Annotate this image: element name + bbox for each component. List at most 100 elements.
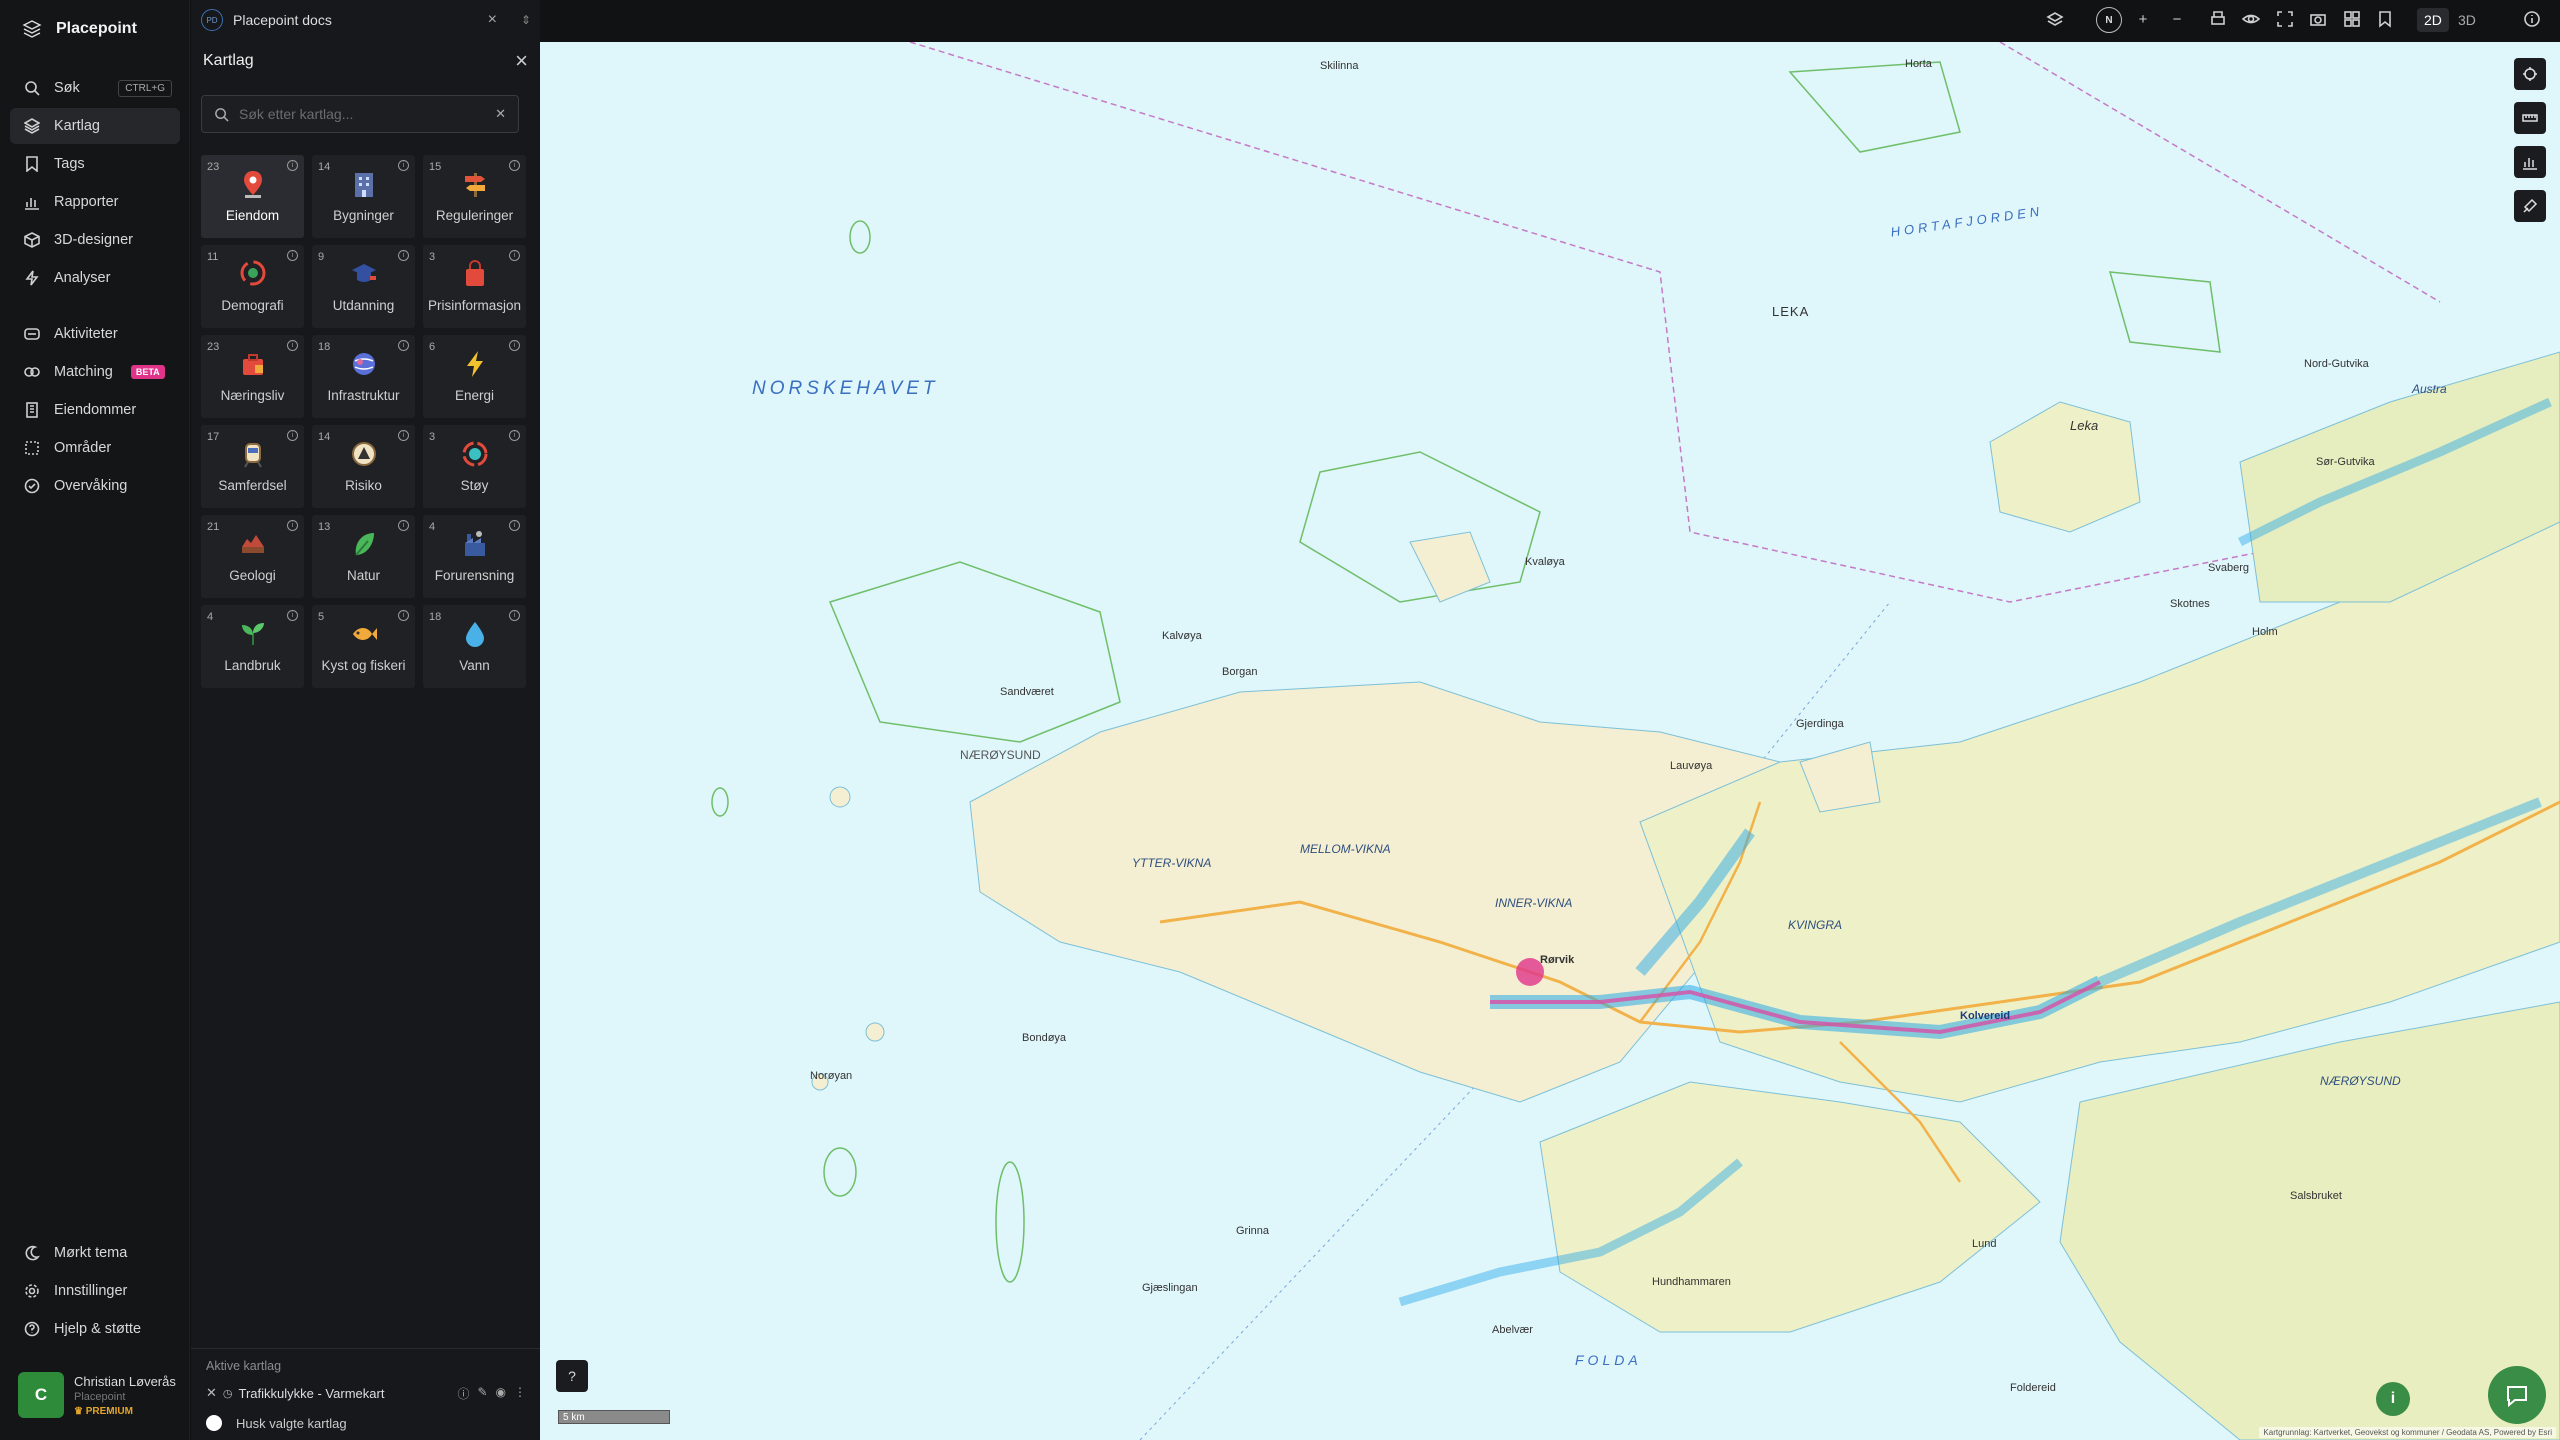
nav-item-properties[interactable]: Eiendommer (10, 392, 180, 428)
layers-stack-icon[interactable] (2045, 10, 2065, 30)
layer-count: 23 (207, 341, 220, 353)
mode-3d-button[interactable]: 3D (2451, 8, 2483, 32)
nav-item-tags[interactable]: Tags (10, 146, 180, 182)
bookmark-icon[interactable] (2375, 10, 2395, 30)
zoom-in-icon[interactable]: + (2133, 10, 2153, 30)
main-navigation: Placepoint Søk CTRL+G Kartlag Tags Rappo… (0, 0, 190, 1440)
visibility-icon[interactable]: ◉ (496, 1385, 506, 1402)
map-base-layer (711, 42, 2560, 1440)
place-label: Rørvik (1540, 954, 1575, 966)
layer-category-næringsliv[interactable]: 23 i Næringsliv (201, 335, 304, 418)
print-icon[interactable] (2208, 10, 2228, 30)
layer-category-kyst-og-fiskeri[interactable]: 5 i Kyst og fiskeri (312, 605, 415, 688)
place-label: Kvaløya (1525, 556, 1565, 568)
user-profile[interactable]: C Christian Løverås Placepoint ♛ PREMIUM (18, 1372, 176, 1418)
clear-search-icon[interactable]: ✕ (495, 106, 506, 122)
info-fab[interactable]: i (2376, 1382, 2410, 1416)
layer-category-eiendom[interactable]: 23 i Eiendom (201, 155, 304, 238)
layer-category-demografi[interactable]: 11 i Demografi (201, 245, 304, 328)
active-layer-row[interactable]: ✕ ◷ Trafikkulykke - Varmekart ⓘ ✎ ◉ ⋮ (206, 1379, 526, 1407)
layer-search-input[interactable] (239, 106, 486, 122)
info-icon[interactable]: i (509, 160, 520, 171)
info-icon[interactable]: i (398, 520, 409, 531)
layer-category-vann[interactable]: 18 i Vann (423, 605, 526, 688)
map-tool-select[interactable] (2514, 58, 2546, 90)
layer-category-natur[interactable]: 13 i Natur (312, 515, 415, 598)
info-icon[interactable]: i (509, 340, 520, 351)
layer-category-reguleringer[interactable]: 15 i Reguleringer (423, 155, 526, 238)
grid-icon[interactable] (2342, 10, 2362, 30)
nav-item-settings[interactable]: Innstillinger (10, 1273, 180, 1309)
nav-item-reports[interactable]: Rapporter (10, 184, 180, 220)
layer-category-infrastruktur[interactable]: 18 i Infrastruktur (312, 335, 415, 418)
brand[interactable]: Placepoint (22, 20, 137, 38)
info-icon[interactable]: i (509, 610, 520, 621)
map-tool-measure[interactable] (2514, 102, 2546, 134)
toggle-switch[interactable] (206, 1415, 222, 1431)
zoom-out-icon[interactable]: − (2167, 10, 2187, 30)
north-arrow-button[interactable]: N (2096, 7, 2122, 33)
category-label: Prisinformasjon (427, 298, 522, 313)
info-icon[interactable]: i (398, 160, 409, 171)
nav-item-dark-theme[interactable]: Mørkt tema (10, 1235, 180, 1271)
chat-button[interactable] (2488, 1366, 2546, 1424)
info-icon[interactable]: i (509, 430, 520, 441)
layer-category-landbruk[interactable]: 4 i Landbruk (201, 605, 304, 688)
layer-category-samferdsel[interactable]: 17 i Samferdsel (201, 425, 304, 508)
nav-item-label: Innstillinger (54, 1283, 128, 1299)
edit-layer-icon[interactable]: ✎ (477, 1385, 487, 1402)
place-label: Kalvøya (1162, 630, 1202, 642)
camera-icon[interactable] (2308, 10, 2328, 30)
category-label: Natur (346, 568, 380, 583)
fullscreen-icon[interactable] (2275, 10, 2295, 30)
category-label: Samferdsel (218, 478, 287, 493)
lightning-icon (467, 351, 483, 377)
eye-icon[interactable] (2241, 10, 2261, 30)
info-icon[interactable]: i (398, 610, 409, 621)
info-icon[interactable]: i (509, 520, 520, 531)
nav-item-analyses[interactable]: Analyser (10, 260, 180, 296)
info-icon[interactable]: i (287, 430, 298, 441)
more-options-icon[interactable]: ⋮ (514, 1385, 526, 1402)
layer-category-bygninger[interactable]: 14 i Bygninger (312, 155, 415, 238)
remember-layers-toggle[interactable]: Husk valgte kartlag (206, 1415, 347, 1431)
nav-item-monitoring[interactable]: Overvåking (10, 468, 180, 504)
layer-category-prisinformasjon[interactable]: 3 i Prisinformasjon (423, 245, 526, 328)
info-icon[interactable]: i (398, 250, 409, 261)
chevron-updown-icon[interactable]: ⇕ (521, 13, 531, 27)
info-icon[interactable]: i (509, 250, 520, 261)
layer-category-utdanning[interactable]: 9 i Utdanning (312, 245, 415, 328)
map-tool-draw[interactable] (2514, 190, 2546, 222)
info-icon[interactable] (2522, 10, 2542, 30)
map-tool-chart[interactable] (2514, 146, 2546, 178)
map-help-button[interactable]: ? (556, 1360, 588, 1392)
nav-item-3d-designer[interactable]: 3D-designer (10, 222, 180, 258)
nav-item-matching[interactable]: Matching BETA (10, 354, 180, 390)
nav-item-search[interactable]: Søk CTRL+G (10, 70, 180, 106)
info-icon[interactable]: i (398, 430, 409, 441)
layer-category-geologi[interactable]: 21 i Geologi (201, 515, 304, 598)
info-icon[interactable]: i (398, 340, 409, 351)
layer-category-støy[interactable]: 3 i Støy (423, 425, 526, 508)
close-panel-icon[interactable]: × (515, 48, 528, 74)
info-icon[interactable]: i (287, 520, 298, 531)
layer-info-icon[interactable]: ⓘ (457, 1385, 469, 1402)
nav-item-areas[interactable]: Områder (10, 430, 180, 466)
layer-category-risiko[interactable]: 14 i Risiko (312, 425, 415, 508)
remove-layer-icon[interactable]: ✕ (206, 1385, 217, 1401)
water-drop-icon (466, 622, 484, 647)
map-canvas[interactable]: NORSKEHAVET HORTAFJORDEN FOLDA Horta Ski… (540, 42, 2560, 1440)
document-tab[interactable]: PD Placepoint docs × ⇕ (201, 6, 531, 34)
layer-category-forurensning[interactable]: 4 i Forurensning (423, 515, 526, 598)
close-document-icon[interactable]: × (488, 11, 497, 29)
info-icon[interactable]: i (287, 250, 298, 261)
cube-icon (24, 232, 40, 248)
mode-2d-button[interactable]: 2D (2417, 8, 2449, 32)
nav-item-layers[interactable]: Kartlag (10, 108, 180, 144)
nav-item-activities[interactable]: Aktiviteter (10, 316, 180, 352)
nav-item-help[interactable]: Hjelp & støtte (10, 1311, 180, 1347)
info-icon[interactable]: i (287, 340, 298, 351)
layer-category-energi[interactable]: 6 i Energi (423, 335, 526, 418)
info-icon[interactable]: i (287, 160, 298, 171)
info-icon[interactable]: i (287, 610, 298, 621)
